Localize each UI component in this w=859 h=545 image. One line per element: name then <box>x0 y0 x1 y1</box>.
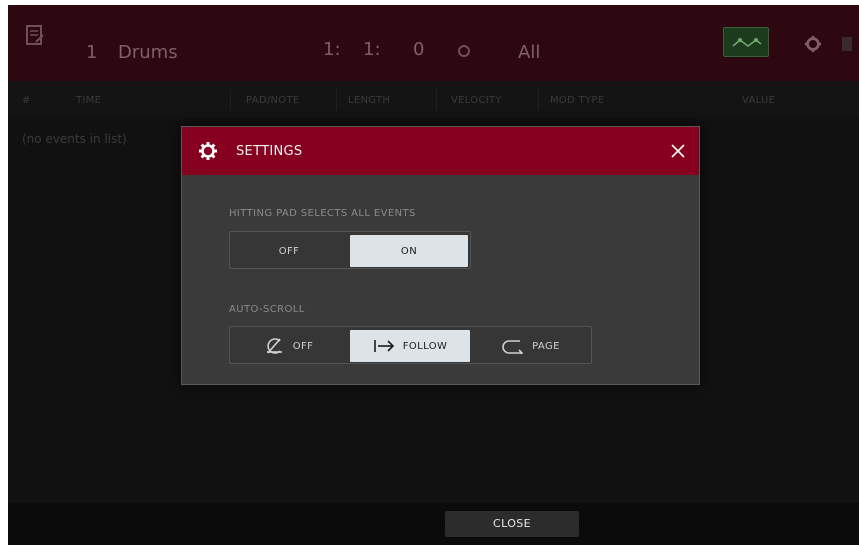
arrow-right-bar-icon <box>373 340 394 352</box>
col-time[interactable]: TIME <box>76 95 101 106</box>
empty-list-message: (no events in list) <box>22 132 127 146</box>
col-index[interactable]: # <box>22 95 31 106</box>
scroll-off-icon <box>266 338 282 354</box>
column-divider <box>436 89 437 111</box>
event-list-header: # TIME PAD/NOTE LENGTH VELOCITY MOD TYPE… <box>8 81 859 117</box>
gear-icon <box>199 142 217 160</box>
col-length[interactable]: LENGTH <box>348 95 390 106</box>
hitting-pad-label: HITTING PAD SELECTS ALL EVENTS <box>229 208 416 219</box>
track-name[interactable]: Drums <box>118 42 178 63</box>
col-pad-note[interactable]: PAD/NOTE <box>246 95 299 106</box>
column-divider <box>538 89 539 111</box>
hitting-pad-toggle: OFF ON <box>229 231 471 269</box>
filter-value[interactable]: All <box>518 42 540 63</box>
auto-scroll-follow-button[interactable]: FOLLOW <box>350 330 470 362</box>
bottom-bar: CLOSE <box>8 503 859 545</box>
dialog-title-bar: SETTINGS <box>182 127 699 175</box>
automation-button[interactable] <box>723 27 769 57</box>
auto-scroll-off-label: OFF <box>292 340 314 352</box>
hitting-pad-on-button[interactable]: ON <box>350 235 468 267</box>
record-icon[interactable] <box>458 45 470 57</box>
position-tick[interactable]: 0 <box>413 39 424 60</box>
dialog-title: SETTINGS <box>236 144 303 159</box>
hitting-pad-off-button[interactable]: OFF <box>230 235 348 267</box>
auto-scroll-off-button[interactable]: OFF <box>230 330 348 362</box>
hitting-pad-on-label: ON <box>400 245 418 257</box>
close-icon[interactable] <box>668 141 688 161</box>
page-return-icon <box>502 340 524 354</box>
battery-icon <box>842 37 852 51</box>
close-button[interactable]: CLOSE <box>445 511 579 537</box>
auto-scroll-follow-label: FOLLOW <box>402 340 448 352</box>
position-beat[interactable]: 1: <box>363 39 381 60</box>
automation-icon <box>732 38 762 47</box>
col-value[interactable]: VALUE <box>742 95 775 106</box>
hitting-pad-off-label: OFF <box>278 245 300 257</box>
main-screen: 1 Drums 1: 1: 0 All # TIME PAD/NOTE LENG… <box>8 5 859 545</box>
gear-icon[interactable] <box>804 35 822 53</box>
position-bar[interactable]: 1: <box>323 39 341 60</box>
settings-dialog: SETTINGS HITTING PAD SELECTS ALL EVENTS … <box>181 126 700 385</box>
column-divider <box>230 89 231 111</box>
track-number[interactable]: 1 <box>86 42 97 63</box>
auto-scroll-page-label: PAGE <box>532 340 560 352</box>
col-mod-type[interactable]: MOD TYPE <box>550 95 604 106</box>
list-edit-icon[interactable] <box>26 25 44 47</box>
column-divider <box>336 89 337 111</box>
auto-scroll-label: AUTO-SCROLL <box>229 304 305 315</box>
col-velocity[interactable]: VELOCITY <box>451 95 502 106</box>
auto-scroll-page-button[interactable]: PAGE <box>472 330 590 362</box>
header-bar: 1 Drums 1: 1: 0 All <box>8 5 859 81</box>
auto-scroll-toggle: OFF FOLLOW PAGE <box>229 326 592 364</box>
